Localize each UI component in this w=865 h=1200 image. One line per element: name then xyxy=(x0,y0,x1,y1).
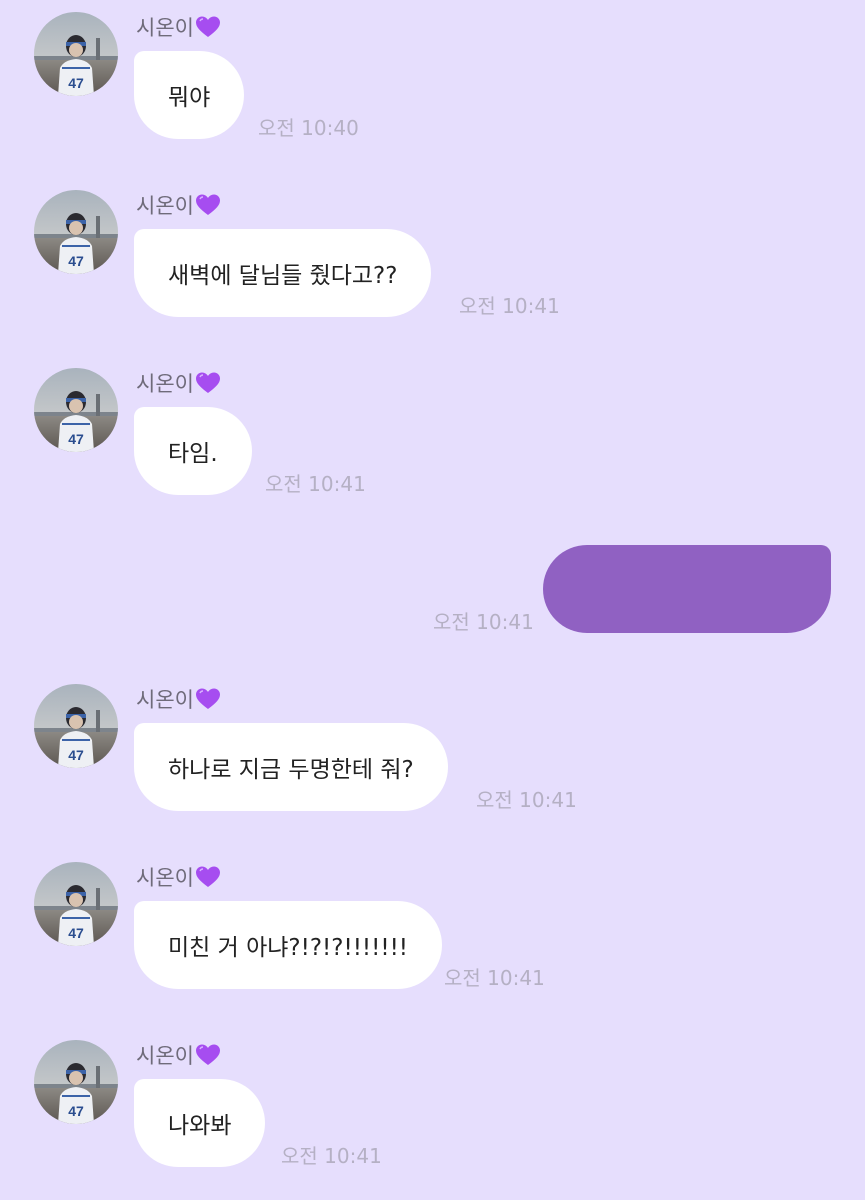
avatar[interactable] xyxy=(34,190,118,274)
message-timestamp: 오전 10:41 xyxy=(433,610,534,634)
sender-name-text: 시온이 xyxy=(136,1044,194,1068)
message-timestamp: 오전 10:41 xyxy=(265,472,366,496)
purple-heart-icon xyxy=(195,371,221,395)
message-timestamp: 오전 10:41 xyxy=(459,294,560,318)
sender-name: 시온이 xyxy=(136,684,221,714)
sender-name: 시온이 xyxy=(136,862,221,892)
message-bubble[interactable]: 타임. xyxy=(134,407,252,495)
message-text: 하나로 지금 두명한테 줘? xyxy=(168,757,414,783)
incoming-message: 시온이 뭐야 오전 10:40 xyxy=(0,0,865,150)
avatar[interactable] xyxy=(34,368,118,452)
purple-heart-icon xyxy=(195,1043,221,1067)
message-timestamp: 오전 10:41 xyxy=(444,966,545,990)
message-bubble[interactable]: 새벽에 달님들 줬다고?? xyxy=(134,229,432,317)
incoming-message: 시온이 하나로 지금 두명한테 줘? 오전 10:41 xyxy=(0,672,865,822)
message-text: 타임. xyxy=(168,441,218,467)
outgoing-message-bubble[interactable] xyxy=(543,545,831,633)
avatar[interactable] xyxy=(34,862,118,946)
sender-name: 시온이 xyxy=(136,12,221,42)
avatar[interactable] xyxy=(34,684,118,768)
purple-heart-icon xyxy=(195,193,221,217)
chat-thread[interactable]: 시온이 뭐야 오전 10:40 시온이 새벽에 달님들 줬다고?? 오전 10:… xyxy=(0,0,865,1200)
sender-name: 시온이 xyxy=(136,368,221,398)
message-bubble[interactable]: 미친 거 아냐?!?!?!!!!!!! xyxy=(134,901,443,989)
sender-name-text: 시온이 xyxy=(136,16,194,40)
message-bubble[interactable]: 나와봐 xyxy=(134,1079,266,1167)
incoming-message: 시온이 미친 거 아냐?!?!?!!!!!!! 오전 10:41 xyxy=(0,850,865,1000)
incoming-message: 시온이 새벽에 달님들 줬다고?? 오전 10:41 xyxy=(0,178,865,328)
message-text: 나와봐 xyxy=(168,1113,232,1139)
message-text: 뭐야 xyxy=(168,85,211,111)
incoming-message: 시온이 나와봐 오전 10:41 xyxy=(0,1028,865,1178)
message-bubble[interactable]: 뭐야 xyxy=(134,51,245,139)
message-bubble[interactable]: 하나로 지금 두명한테 줘? xyxy=(134,723,448,811)
message-text: 새벽에 달님들 줬다고?? xyxy=(168,263,398,289)
sender-name-text: 시온이 xyxy=(136,866,194,890)
message-timestamp: 오전 10:41 xyxy=(476,788,577,812)
sender-name-text: 시온이 xyxy=(136,194,194,218)
message-timestamp: 오전 10:41 xyxy=(281,1144,382,1168)
sender-name: 시온이 xyxy=(136,190,221,220)
purple-heart-icon xyxy=(195,687,221,711)
message-text: 미친 거 아냐?!?!?!!!!!!! xyxy=(168,935,409,961)
sender-name-text: 시온이 xyxy=(136,372,194,396)
purple-heart-icon xyxy=(195,865,221,889)
avatar[interactable] xyxy=(34,1040,118,1124)
sender-name: 시온이 xyxy=(136,1040,221,1070)
incoming-message: 시온이 타임. 오전 10:41 xyxy=(0,356,865,506)
message-timestamp: 오전 10:40 xyxy=(258,116,359,140)
purple-heart-icon xyxy=(195,15,221,39)
sender-name-text: 시온이 xyxy=(136,688,194,712)
avatar[interactable] xyxy=(34,12,118,96)
